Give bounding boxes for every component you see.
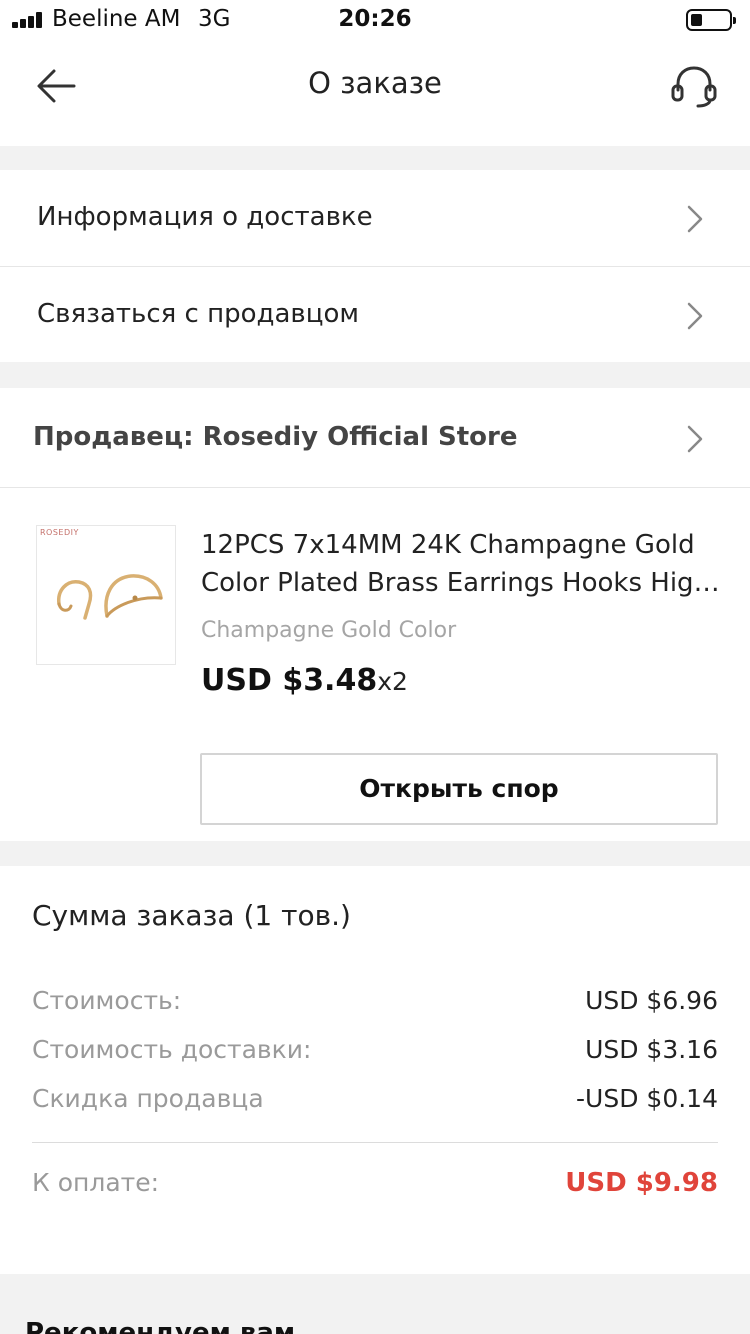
nav-bar: О заказе	[0, 42, 750, 146]
summary-line-value: USD $3.16	[585, 1035, 718, 1064]
seller-product-card: Продавец: Rosediy Official Store ROSEDIY…	[0, 388, 750, 841]
headset-icon	[671, 66, 717, 108]
product-image-brand: ROSEDIY	[40, 528, 79, 537]
summary-line-value: USD $6.96	[585, 986, 718, 1015]
chevron-right-icon	[687, 425, 703, 453]
chevron-right-icon	[687, 302, 703, 330]
summary-title: Сумма заказа (1 тов.)	[32, 899, 351, 932]
summary-divider	[32, 1142, 718, 1143]
summary-line-value: -USD $0.14	[576, 1084, 718, 1113]
product-quantity: x2	[377, 667, 408, 696]
product-title[interactable]: 12PCS 7x14MM 24K Champagne Gold Color Pl…	[201, 526, 721, 602]
earring-hooks-image	[57, 574, 163, 620]
open-dispute-button[interactable]: Открыть спор	[200, 753, 718, 825]
contact-seller-label: Связаться с продавцом	[37, 299, 359, 329]
chevron-right-icon	[687, 205, 703, 233]
status-time: 20:26	[338, 6, 412, 32]
summary-line-subtotal: Стоимость: USD $6.96	[32, 986, 718, 1020]
order-links-card: Информация о доставке Связаться с продав…	[0, 170, 750, 362]
contact-seller-row[interactable]: Связаться с продавцом	[0, 267, 750, 363]
product-image[interactable]: ROSEDIY	[36, 525, 176, 665]
status-bar: Beeline AM 3G 20:26	[0, 0, 750, 42]
seller-row[interactable]: Продавец: Rosediy Official Store	[0, 390, 750, 486]
summary-line-shipping: Стоимость доставки: USD $3.16	[32, 1035, 718, 1069]
page-title: О заказе	[308, 66, 442, 100]
summary-line-discount: Скидка продавца -USD $0.14	[32, 1084, 718, 1118]
product-item: ROSEDIY 12PCS 7x14MM 24K Champagne Gold …	[0, 488, 750, 841]
order-summary-card: Сумма заказа (1 тов.) Стоимость: USD $6.…	[0, 866, 750, 1274]
delivery-info-label: Информация о доставке	[37, 202, 373, 232]
product-price: USD $3.48	[201, 663, 378, 698]
recommend-heading: Рекомендуем вам	[25, 1318, 296, 1334]
delivery-info-row[interactable]: Информация о доставке	[0, 170, 750, 266]
total-value: USD $9.98	[565, 1168, 718, 1198]
summary-line-label: Стоимость доставки:	[32, 1035, 312, 1064]
support-button[interactable]	[668, 62, 720, 110]
summary-total: К оплате: USD $9.98	[32, 1168, 718, 1202]
total-label: К оплате:	[32, 1168, 160, 1197]
product-price-line: USD $3.48x2	[201, 663, 408, 698]
summary-line-label: Стоимость:	[32, 986, 182, 1015]
product-variant: Champagne Gold Color	[201, 618, 457, 643]
seller-name: Продавец: Rosediy Official Store	[33, 422, 518, 452]
battery-icon	[686, 9, 736, 31]
order-details-screen: Beeline AM 3G 20:26 О заказе Информация	[0, 0, 750, 1334]
summary-line-label: Скидка продавца	[32, 1084, 264, 1113]
